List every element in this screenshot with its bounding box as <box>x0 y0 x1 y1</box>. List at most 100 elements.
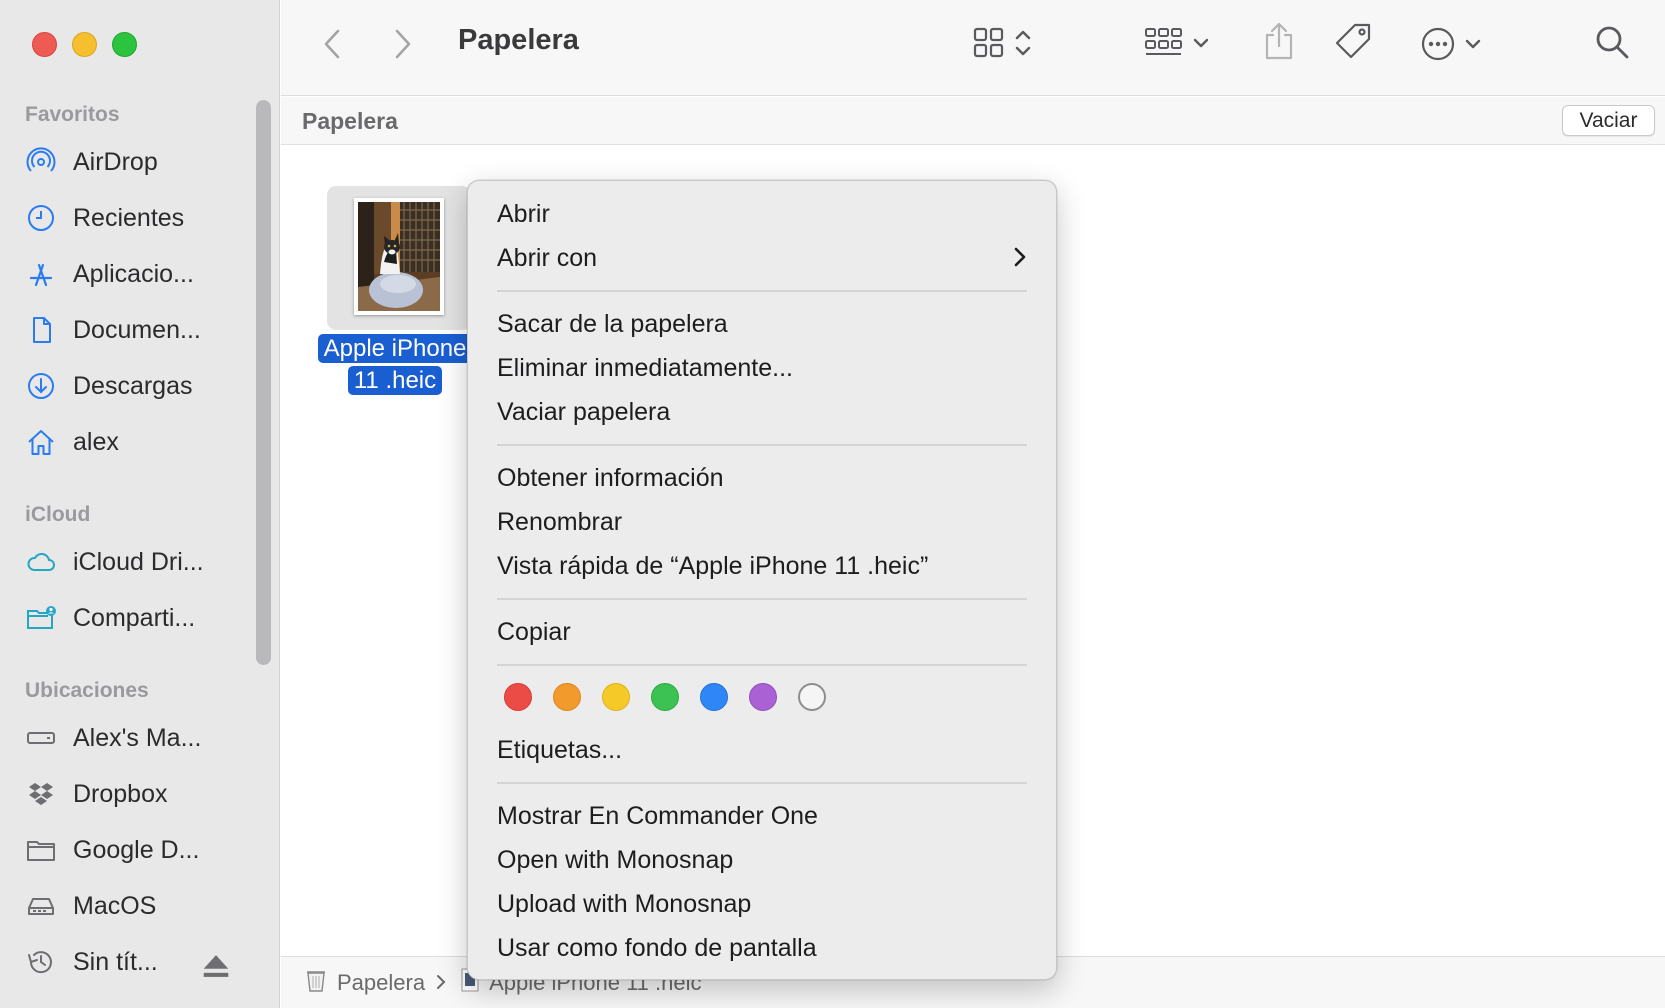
download-icon <box>25 370 57 402</box>
sidebar-item-recientes[interactable]: Recientes <box>25 197 255 239</box>
file-name-line-1: Apple iPhone <box>317 334 473 363</box>
sidebar-item-label: Descargas <box>73 371 193 400</box>
menu-separator <box>497 444 1027 446</box>
more-actions-button[interactable] <box>1420 26 1482 62</box>
sidebar: Favoritos AirDrop Recientes Aplicacio...… <box>0 0 280 1008</box>
empty-trash-button[interactable]: Vaciar <box>1562 105 1655 136</box>
menu-item-monosnap-open[interactable]: Open with Monosnap <box>497 840 1027 880</box>
menu-separator <box>497 664 1027 666</box>
menu-item-rename[interactable]: Renombrar <box>497 502 1027 542</box>
search-icon <box>1594 24 1630 60</box>
folder-title: Papelera <box>302 108 398 134</box>
close-window-button[interactable] <box>32 32 57 57</box>
shared-folder-icon <box>25 602 57 634</box>
sidebar-item-descargas[interactable]: Descargas <box>25 365 255 407</box>
menu-item-put-back[interactable]: Sacar de la papelera <box>497 304 1027 344</box>
disk-icon <box>25 722 57 754</box>
group-button[interactable] <box>1144 26 1210 60</box>
tag-purple-button[interactable] <box>749 683 777 711</box>
sidebar-item-dropbox[interactable]: Dropbox <box>25 773 255 815</box>
home-icon <box>25 426 57 458</box>
zoom-window-button[interactable] <box>112 32 137 57</box>
path-header: Papelera Vaciar <box>281 97 1665 145</box>
sidebar-item-macos[interactable]: MacOS <box>25 885 255 927</box>
sidebar-item-airdrop[interactable]: AirDrop <box>25 141 255 183</box>
chevron-down-icon <box>1192 34 1210 52</box>
sidebar-section-favorites: Favoritos <box>25 103 120 126</box>
clock-icon <box>25 202 57 234</box>
sidebar-item-compartido[interactable]: Comparti... <box>25 597 255 639</box>
menu-item-empty-trash[interactable]: Vaciar papelera <box>497 392 1027 432</box>
menu-separator <box>497 598 1027 600</box>
eject-icon[interactable] <box>201 951 231 988</box>
file-thumbnail[interactable] <box>354 198 444 315</box>
sidebar-item-google-drive[interactable]: Google D... <box>25 829 255 871</box>
menu-item-delete-immediately[interactable]: Eliminar inmediatamente... <box>497 348 1027 388</box>
file-name-label[interactable]: Apple iPhone 11 .heic <box>315 333 475 397</box>
sidebar-item-label: MacOS <box>73 891 157 920</box>
tag-none-button[interactable] <box>798 683 826 711</box>
document-icon <box>25 314 57 346</box>
sidebar-item-label: Dropbox <box>73 779 168 808</box>
tag-icon <box>1333 22 1373 62</box>
search-button[interactable] <box>1594 24 1630 60</box>
up-down-chevron-icon <box>1014 27 1032 59</box>
menu-item-quick-look[interactable]: Vista rápida de “Apple iPhone 11 .heic” <box>497 546 1027 586</box>
sidebar-item-label: Documen... <box>73 315 201 344</box>
tag-blue-button[interactable] <box>700 683 728 711</box>
sidebar-item-label: alex <box>73 427 119 456</box>
sidebar-item-documentos[interactable]: Documen... <box>25 309 255 351</box>
sidebar-item-alex[interactable]: alex <box>25 421 255 463</box>
path-crumb-label: Papelera <box>337 969 426 995</box>
menu-separator <box>497 782 1027 784</box>
group-grid-icon <box>1144 26 1184 60</box>
sidebar-item-label: iCloud Dri... <box>73 547 204 576</box>
sidebar-item-label: Google D... <box>73 835 200 864</box>
drive-icon <box>25 890 57 922</box>
sidebar-item-label: Sin tít... <box>73 947 158 976</box>
sidebar-item-aplicaciones[interactable]: Aplicacio... <box>25 253 255 295</box>
share-icon <box>1263 21 1295 61</box>
cat-photo-image <box>358 202 440 311</box>
sidebar-scrollbar[interactable] <box>256 100 271 665</box>
forward-button[interactable] <box>392 28 414 60</box>
sidebar-section-ubicaciones: Ubicaciones <box>25 679 149 702</box>
sidebar-item-icloud-drive[interactable]: iCloud Dri... <box>25 541 255 583</box>
share-button[interactable] <box>1263 21 1295 61</box>
window-controls <box>32 32 137 57</box>
chevron-down-icon <box>1464 35 1482 53</box>
folder-icon <box>25 834 57 866</box>
cloud-icon <box>25 546 57 578</box>
tag-green-button[interactable] <box>651 683 679 711</box>
menu-item-copy[interactable]: Copiar <box>497 612 1027 652</box>
sidebar-item-alex-mac[interactable]: Alex's Ma... <box>25 717 255 759</box>
sidebar-item-label: Comparti... <box>73 603 196 632</box>
applications-icon <box>25 258 57 290</box>
minimize-window-button[interactable] <box>72 32 97 57</box>
menu-item-open[interactable]: Abrir <box>497 194 1027 234</box>
chevron-right-icon <box>435 970 447 996</box>
tag-yellow-button[interactable] <box>602 683 630 711</box>
tags-button[interactable] <box>1333 22 1373 62</box>
back-button[interactable] <box>321 28 343 60</box>
menu-item-label: Abrir con <box>497 243 598 272</box>
menu-separator <box>497 290 1027 292</box>
chevron-right-icon <box>392 28 414 60</box>
menu-item-open-with[interactable]: Abrir con <box>497 238 1027 278</box>
menu-item-get-info[interactable]: Obtener información <box>497 458 1027 498</box>
tag-color-row <box>504 683 826 711</box>
file-name-line-2: 11 .heic <box>347 366 443 395</box>
menu-item-tags[interactable]: Etiquetas... <box>497 730 1027 770</box>
tag-red-button[interactable] <box>504 683 532 711</box>
toolbar: Papelera <box>281 0 1665 96</box>
menu-item-commander-one[interactable]: Mostrar En Commander One <box>497 796 1027 836</box>
tag-orange-button[interactable] <box>553 683 581 711</box>
icon-grid-icon <box>972 26 1006 60</box>
sidebar-item-sin-titulo[interactable]: Sin tít... <box>25 941 255 983</box>
context-menu: Abrir Abrir con Sacar de la papelera Eli… <box>467 180 1057 980</box>
view-mode-button[interactable] <box>972 26 1032 60</box>
menu-item-monosnap-upload[interactable]: Upload with Monosnap <box>497 884 1027 924</box>
chevron-left-icon <box>321 28 343 60</box>
path-crumb-trash[interactable]: Papelera <box>305 967 447 999</box>
menu-item-set-wallpaper[interactable]: Usar como fondo de pantalla <box>497 928 1027 968</box>
